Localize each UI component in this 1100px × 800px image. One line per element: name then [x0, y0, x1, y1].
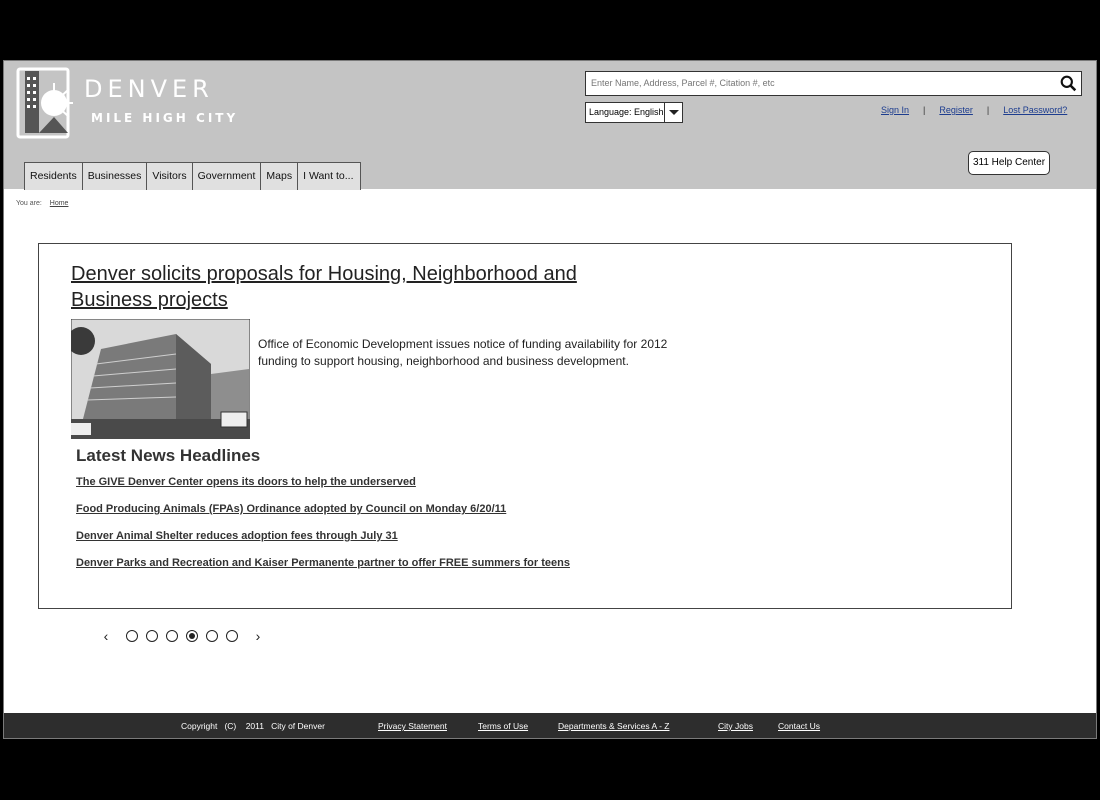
- pager-dot[interactable]: [166, 630, 178, 642]
- nav-item-maps[interactable]: Maps: [261, 163, 299, 190]
- search-input[interactable]: [586, 72, 1046, 94]
- news-link[interactable]: Denver Animal Shelter reduces adoption f…: [76, 530, 570, 557]
- denver-logo-icon[interactable]: [16, 67, 76, 139]
- nav-item-government[interactable]: Government: [193, 163, 262, 190]
- site-header: DENVER MILE HIGH CITY Language: English …: [4, 61, 1096, 190]
- nav-item-businesses[interactable]: Businesses: [83, 163, 148, 190]
- footer-link-departments[interactable]: Departments & Services A - Z: [558, 721, 669, 731]
- pager-dot[interactable]: [126, 630, 138, 642]
- footer-link-privacy[interactable]: Privacy Statement: [378, 721, 447, 731]
- footer-link-jobs[interactable]: City Jobs: [718, 721, 753, 731]
- separator: |: [923, 105, 926, 115]
- search-box: [585, 71, 1082, 96]
- breadcrumb-label: You are:: [16, 200, 42, 207]
- chevron-left-icon[interactable]: ‹: [100, 629, 112, 643]
- brand-name: DENVER: [84, 75, 214, 103]
- featured-story-title[interactable]: Denver solicits proposals for Housing, N…: [71, 261, 651, 313]
- account-links: Sign In | Register | Lost Password?: [881, 105, 1067, 115]
- help-center-button[interactable]: 311 Help Center: [968, 151, 1050, 175]
- main-nav: Residents Businesses Visitors Government…: [24, 162, 361, 190]
- news-link[interactable]: Food Producing Animals (FPAs) Ordinance …: [76, 503, 570, 530]
- language-select[interactable]: Language: English: [585, 102, 683, 123]
- search-icon[interactable]: [1060, 75, 1077, 92]
- footer-link-contact[interactable]: Contact Us: [778, 721, 820, 731]
- news-link[interactable]: Denver Parks and Recreation and Kaiser P…: [76, 557, 570, 584]
- copyright: Copyright (C) 2011 City of Denver: [181, 721, 325, 731]
- lost-password-link[interactable]: Lost Password?: [1003, 105, 1067, 115]
- pager-dot[interactable]: [146, 630, 158, 642]
- nav-item-visitors[interactable]: Visitors: [147, 163, 193, 190]
- register-link[interactable]: Register: [939, 105, 973, 115]
- news-link[interactable]: The GIVE Denver Center opens its doors t…: [76, 476, 570, 503]
- breadcrumb-home-link[interactable]: Home: [50, 200, 69, 207]
- language-label: Language: English: [589, 107, 664, 117]
- brand-tagline: MILE HIGH CITY: [91, 111, 239, 125]
- carousel-pager: ‹ ›: [100, 629, 264, 643]
- sign-in-link[interactable]: Sign In: [881, 105, 909, 115]
- news-list: The GIVE Denver Center opens its doors t…: [76, 476, 570, 584]
- featured-story: Denver solicits proposals for Housing, N…: [38, 243, 1012, 609]
- page-frame: DENVER MILE HIGH CITY Language: English …: [3, 60, 1097, 739]
- chevron-right-icon[interactable]: ›: [252, 629, 264, 643]
- nav-item-residents[interactable]: Residents: [25, 163, 83, 190]
- news-heading: Latest News Headlines: [76, 446, 261, 465]
- site-footer: Copyright (C) 2011 City of Denver Privac…: [4, 713, 1096, 738]
- featured-story-description: Office of Economic Development issues no…: [258, 337, 668, 368]
- nav-item-i-want-to[interactable]: I Want to...: [298, 163, 359, 190]
- brand: DENVER MILE HIGH CITY: [84, 75, 238, 125]
- breadcrumb: You are: Home: [16, 200, 68, 207]
- separator: |: [986, 105, 990, 115]
- pager-dot-active[interactable]: [186, 630, 198, 642]
- pager-dot[interactable]: [206, 630, 218, 642]
- pager-dot[interactable]: [226, 630, 238, 642]
- chevron-down-icon[interactable]: [664, 103, 682, 122]
- featured-story-photo[interactable]: [71, 319, 250, 439]
- footer-link-terms[interactable]: Terms of Use: [478, 721, 528, 731]
